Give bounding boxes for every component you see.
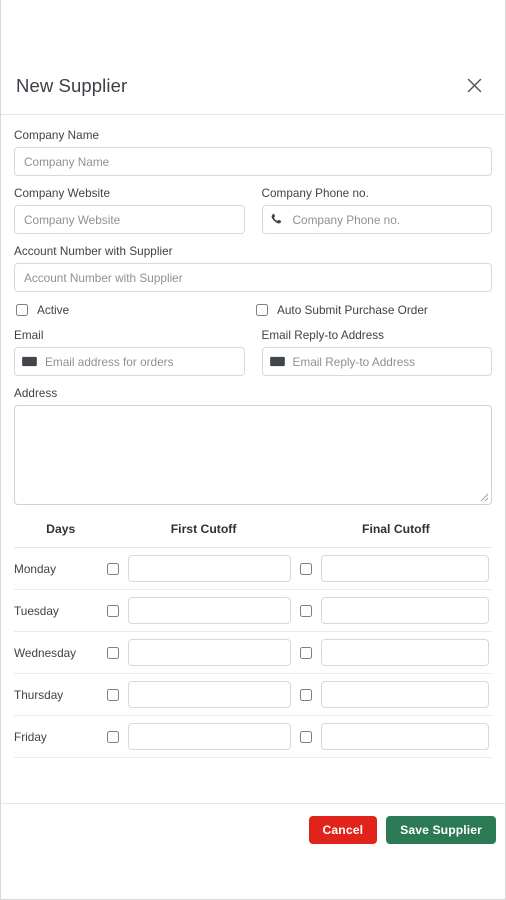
table-row: Wednesday: [14, 631, 492, 674]
day-label: Tuesday: [14, 589, 108, 632]
account-number-group: Account Number with Supplier Account Num…: [14, 245, 492, 292]
cutoff-table-body: Monday Tuesday Wednesday Thursday Friday: [14, 547, 492, 758]
email-placeholder: Email address for orders: [45, 354, 174, 369]
email-reply-to-label: Email Reply-to Address: [261, 329, 385, 342]
company-website-placeholder: Company Website: [24, 212, 121, 227]
account-number-placeholder: Account Number with Supplier: [24, 270, 183, 285]
first-cutoff-checkbox[interactable]: [107, 646, 120, 659]
final-cutoff-checkbox[interactable]: [299, 688, 312, 701]
final-cutoff-cell: [299, 631, 492, 674]
first-cutoff-input[interactable]: [128, 639, 291, 666]
website-phone-row: Company Website Company Website Company …: [14, 187, 492, 234]
close-icon[interactable]: [461, 73, 487, 99]
day-label: Friday: [14, 715, 108, 758]
final-cutoff-cell: [299, 673, 492, 716]
company-name-input[interactable]: Company Name: [14, 147, 492, 176]
day-label: Wednesday: [14, 631, 108, 674]
table-row: Monday: [14, 547, 492, 590]
table-row: Thursday: [14, 673, 492, 716]
final-cutoff-checkbox[interactable]: [299, 604, 312, 617]
email-reply-to-placeholder: Email Reply-to Address: [292, 354, 416, 369]
first-cutoff-cell: [107, 547, 300, 590]
first-cutoff-checkbox[interactable]: [107, 688, 120, 701]
day-label: Thursday: [14, 673, 108, 716]
email-row: Email Email address for orders Email Rep…: [14, 329, 492, 376]
cancel-button[interactable]: Cancel: [308, 816, 378, 844]
email-reply-to-field[interactable]: Email Reply-to Address: [261, 347, 492, 376]
account-number-input[interactable]: Account Number with Supplier: [14, 263, 492, 292]
auto-submit-purchase-order-checkbox[interactable]: [256, 304, 268, 316]
first-cutoff-input[interactable]: [128, 597, 291, 624]
auto-submit-checkbox-group: Auto Submit Purchase Order: [252, 303, 492, 317]
cutoff-table: Days First Cutoff Final Cutoff Monday Tu…: [14, 522, 492, 758]
final-cutoff-cell: [299, 547, 492, 590]
company-website-label: Company Website: [14, 187, 111, 200]
first-cutoff-checkbox[interactable]: [107, 562, 120, 575]
phone-icon: [270, 213, 289, 226]
save-supplier-button[interactable]: Save Supplier: [386, 816, 496, 844]
table-row: Tuesday: [14, 589, 492, 632]
final-cutoff-input[interactable]: [320, 681, 489, 708]
address-label: Address: [14, 387, 58, 400]
first-cutoff-cell: [107, 715, 300, 758]
first-cutoff-cell: [107, 673, 300, 716]
first-cutoff-input[interactable]: [128, 723, 291, 750]
cutoff-table-header-row: Days First Cutoff Final Cutoff: [14, 522, 492, 548]
column-header-days: Days: [14, 522, 108, 548]
modal-footer: Cancel Save Supplier: [1, 803, 505, 856]
email-reply-to-group: Email Reply-to Address Email Reply-to Ad…: [261, 329, 492, 376]
final-cutoff-checkbox[interactable]: [299, 646, 312, 659]
modal-top-spacer: [1, 0, 505, 57]
active-label: Active: [37, 303, 70, 317]
company-name-placeholder: Company Name: [24, 154, 110, 169]
company-name-group: Company Name Company Name: [14, 129, 492, 176]
company-website-group: Company Website Company Website: [14, 187, 245, 234]
column-header-first-cutoff: First Cutoff: [107, 522, 300, 548]
final-cutoff-input[interactable]: [320, 597, 489, 624]
options-row: Active Auto Submit Purchase Order: [14, 303, 492, 317]
resize-handle-icon[interactable]: [480, 493, 489, 502]
page-title: New Supplier: [16, 74, 128, 96]
modal-header: New Supplier: [1, 57, 505, 115]
final-cutoff-cell: [299, 589, 492, 632]
table-row: Friday: [14, 715, 492, 758]
auto-submit-purchase-order-label: Auto Submit Purchase Order: [277, 303, 428, 317]
address-textarea[interactable]: [14, 405, 492, 505]
new-supplier-modal: New Supplier Company Name Company Name C…: [0, 0, 506, 900]
email-label: Email: [14, 329, 44, 342]
final-cutoff-input[interactable]: [320, 555, 489, 582]
modal-bottom-spacer: [1, 856, 505, 899]
company-phone-label: Company Phone no.: [261, 187, 369, 200]
company-website-input[interactable]: Company Website: [14, 205, 245, 234]
final-cutoff-input[interactable]: [320, 639, 489, 666]
modal-body: Company Name Company Name Company Websit…: [1, 115, 505, 801]
first-cutoff-checkbox[interactable]: [107, 604, 120, 617]
first-cutoff-cell: [107, 589, 300, 632]
active-checkbox-group: Active: [14, 303, 252, 317]
column-header-final-cutoff: Final Cutoff: [299, 522, 492, 548]
cutoff-table-head: Days First Cutoff Final Cutoff: [14, 522, 492, 548]
account-number-label: Account Number with Supplier: [14, 245, 173, 258]
company-phone-group: Company Phone no. Company Phone no.: [261, 187, 492, 234]
company-phone-input[interactable]: Company Phone no.: [261, 205, 492, 234]
first-cutoff-cell: [107, 631, 300, 674]
address-group: Address: [14, 387, 492, 505]
first-cutoff-checkbox[interactable]: [107, 730, 120, 743]
final-cutoff-input[interactable]: [320, 723, 489, 750]
company-name-label: Company Name: [14, 129, 100, 142]
envelope-icon: [22, 356, 41, 367]
email-field[interactable]: Email address for orders: [14, 347, 245, 376]
envelope-icon: [269, 356, 289, 367]
active-checkbox[interactable]: [16, 304, 28, 316]
final-cutoff-cell: [299, 715, 492, 758]
company-phone-placeholder: Company Phone no.: [292, 212, 401, 227]
first-cutoff-input[interactable]: [128, 681, 291, 708]
final-cutoff-checkbox[interactable]: [299, 730, 312, 743]
email-group: Email Email address for orders: [14, 329, 245, 376]
day-label: Monday: [14, 547, 108, 590]
first-cutoff-input[interactable]: [128, 555, 291, 582]
final-cutoff-checkbox[interactable]: [299, 562, 312, 575]
